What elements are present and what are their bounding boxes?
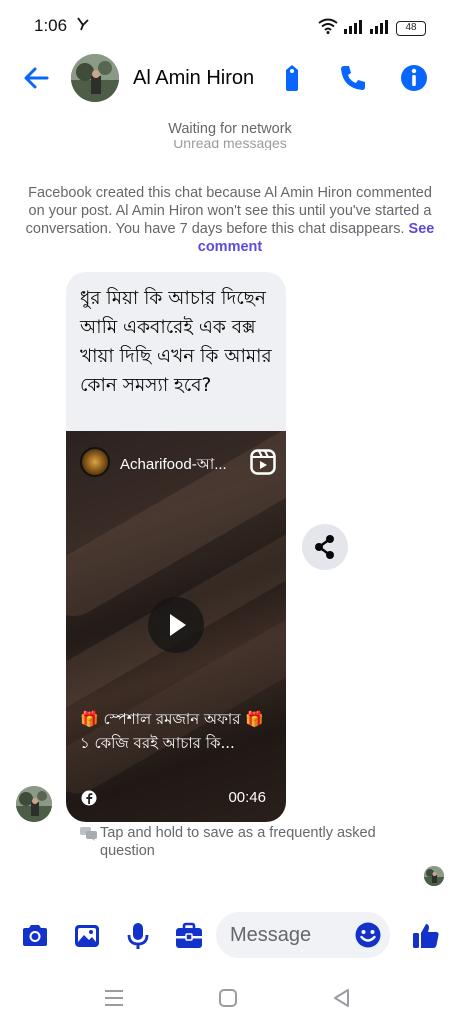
chat-origin-note: Facebook created this chat because Al Am… <box>24 184 436 256</box>
reel-header: Acharifood-আ... <box>80 447 276 477</box>
play-button[interactable] <box>148 597 204 653</box>
sender-avatar[interactable] <box>16 786 52 822</box>
composer-bar <box>0 908 460 964</box>
briefcase-icon[interactable] <box>173 920 205 952</box>
battery-icon: 48 <box>396 20 426 36</box>
home-icon[interactable] <box>216 986 240 1010</box>
faq-hint[interactable]: Tap and hold to save as a frequently ask… <box>80 824 380 860</box>
emoji-icon[interactable] <box>354 921 382 949</box>
vpn-icon <box>76 16 90 36</box>
contact-name[interactable]: Al Amin Hiron <box>133 67 254 90</box>
reel-page-name: Acharifood-আ... <box>120 456 227 473</box>
share-icon[interactable] <box>302 524 348 570</box>
tag-icon[interactable] <box>276 62 308 94</box>
signal-icon-2 <box>370 19 390 38</box>
message-text: ধুর মিয়া কি আচার দিছেন আমি একবারেই এক ব… <box>80 288 272 396</box>
seen-receipt-avatar <box>424 866 444 886</box>
back-arrow-icon[interactable] <box>20 62 52 94</box>
system-nav-bar <box>0 972 460 1024</box>
chat-header: Al Amin Hiron <box>0 52 460 108</box>
reel-caption-line-1: 🎁 স্পেশাল রমজান অফার 🎁 <box>80 710 264 728</box>
message-input[interactable] <box>230 912 350 958</box>
unread-messages-label: Unread messages <box>173 140 287 150</box>
network-status: Waiting for network <box>168 121 292 137</box>
reel-duration: 00:46 <box>228 789 266 806</box>
message-bubble[interactable]: ধুর মিয়া কি আচার দিছেন আমি একবারেই এক ব… <box>66 272 286 822</box>
gallery-icon[interactable] <box>71 920 103 952</box>
status-indicators: 48 <box>318 18 426 38</box>
reel-caption-line-2: ১ কেজি বরই আচার কি... <box>80 734 235 752</box>
thumbs-up-icon[interactable] <box>410 920 442 952</box>
chat-bubbles-icon <box>80 827 98 841</box>
camera-icon[interactable] <box>19 920 51 952</box>
menu-icon[interactable] <box>102 986 126 1010</box>
facebook-icon <box>81 790 97 806</box>
shared-reel[interactable]: Acharifood-আ... 🎁 স্পেশাল রমজান অফার 🎁 ১… <box>66 431 286 822</box>
status-bar: 1:06 48 <box>0 0 460 52</box>
reel-caption: 🎁 স্পেশাল রমজান অফার 🎁 ১ কেজি বরই আচার ক… <box>80 707 280 755</box>
page-logo <box>80 447 110 477</box>
avatar[interactable] <box>71 54 119 102</box>
phone-icon[interactable] <box>337 62 369 94</box>
back-icon[interactable] <box>330 986 354 1010</box>
message-box[interactable] <box>216 912 390 958</box>
wifi-icon <box>318 18 338 38</box>
signal-icon <box>344 19 364 38</box>
info-icon[interactable] <box>398 62 430 94</box>
microphone-icon[interactable] <box>122 920 154 952</box>
status-time: 1:06 <box>34 16 68 35</box>
reels-icon <box>250 449 276 475</box>
faq-hint-text: Tap and hold to save as a frequently ask… <box>100 825 376 859</box>
chat-origin-text: Facebook created this chat because Al Am… <box>25 185 432 237</box>
